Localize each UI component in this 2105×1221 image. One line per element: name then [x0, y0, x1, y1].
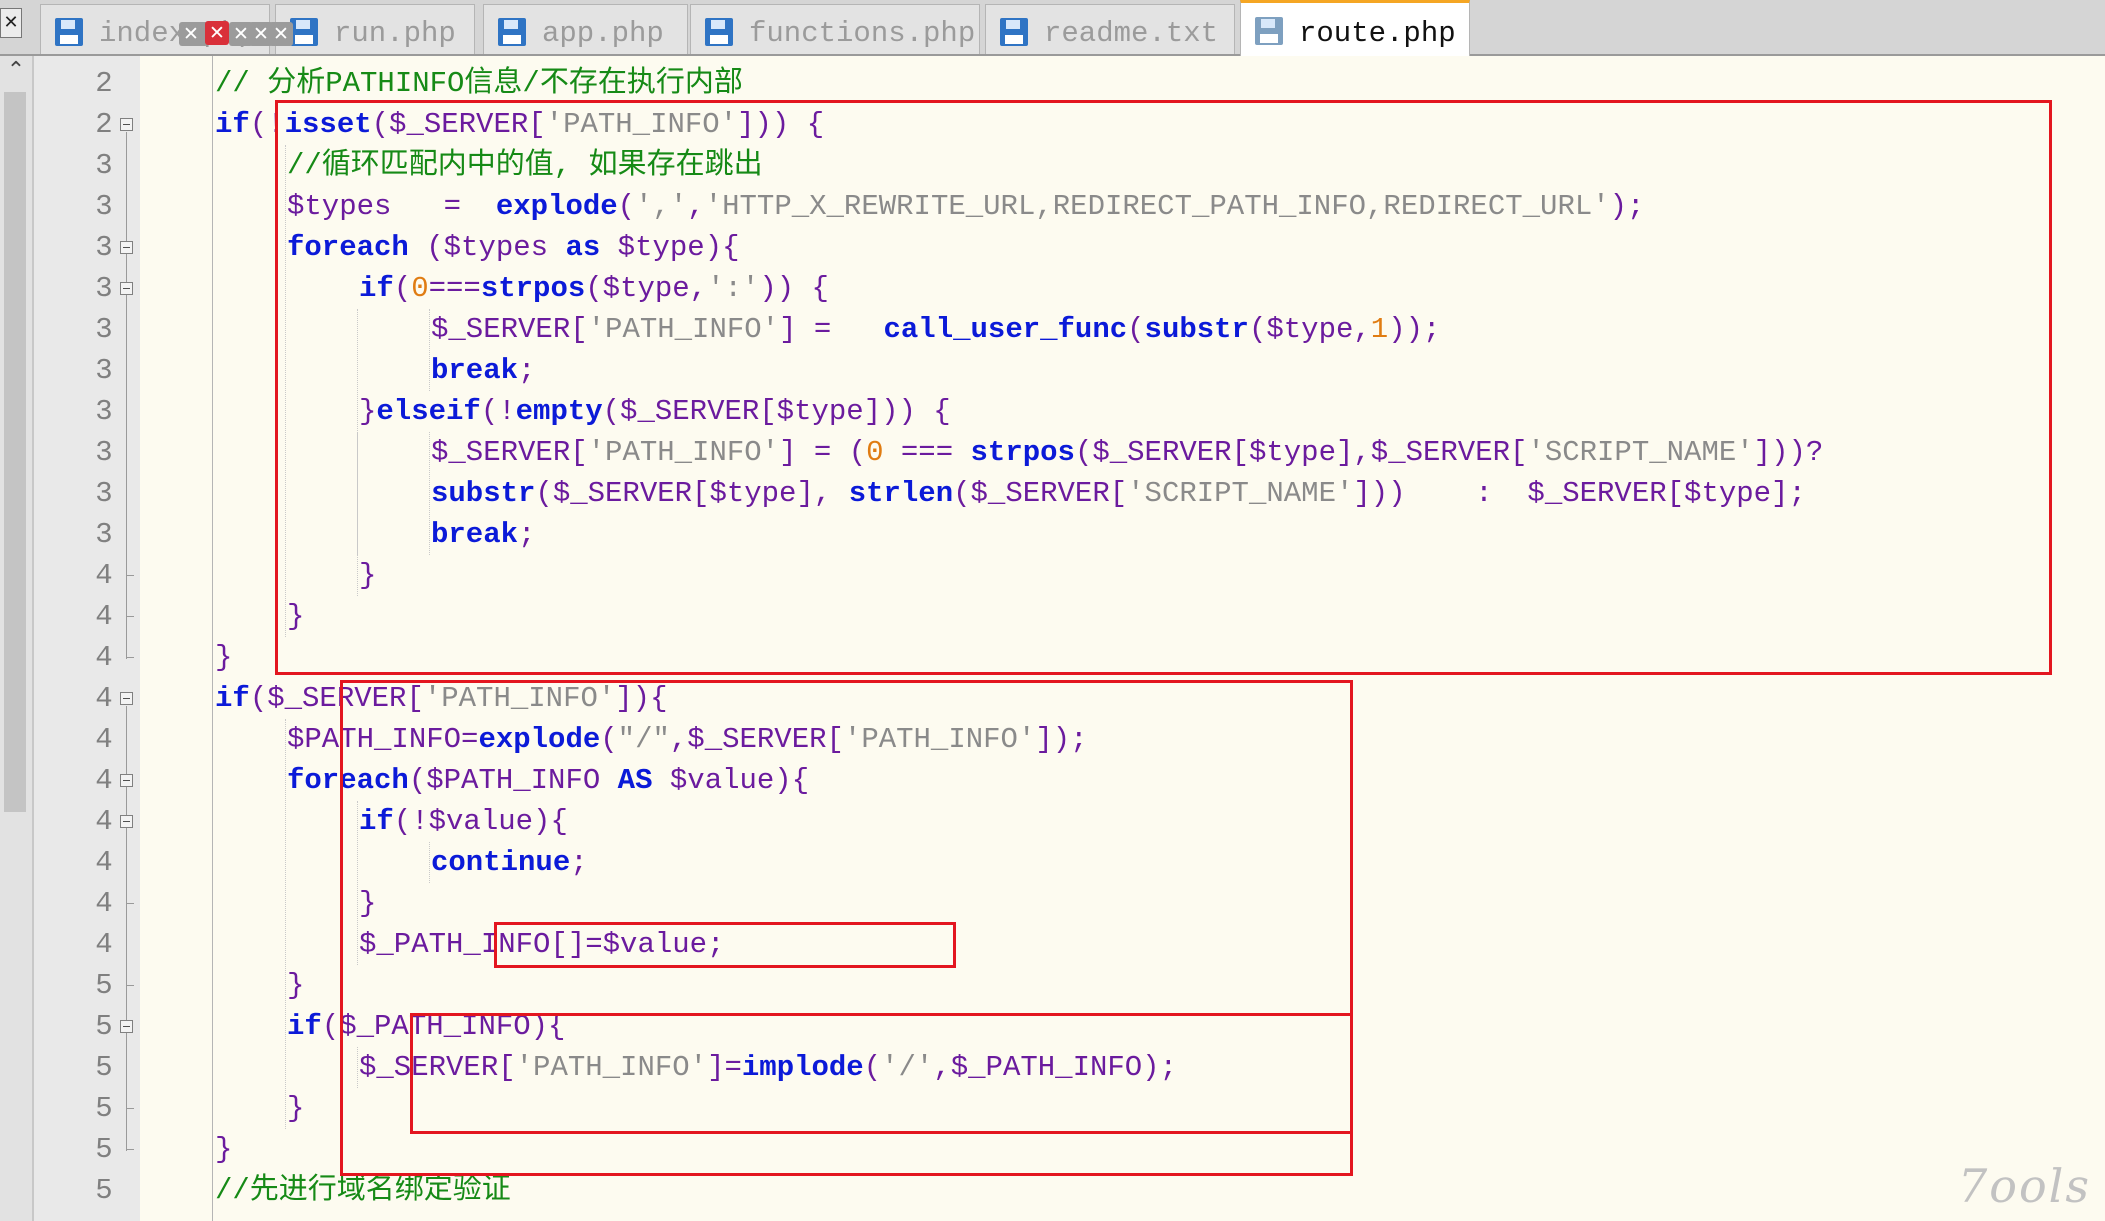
comment-token: //先进行域名绑定验证	[215, 1174, 511, 1207]
fold-end-marker	[126, 575, 134, 576]
tab-label: functions.php	[749, 17, 976, 50]
tab-bar: ✕ index.php✕run.php✕app.php✕functions.ph…	[0, 0, 2105, 56]
fold-toggle-icon[interactable]	[120, 774, 133, 787]
code-line: }	[215, 637, 232, 678]
highlight-box-path-info-implode	[410, 1013, 1353, 1134]
file-save-icon	[498, 18, 526, 46]
tab-label: route.php	[1299, 17, 1456, 50]
fold-toggle-icon[interactable]	[120, 1020, 133, 1033]
code-line: //先进行域名绑定验证	[215, 1170, 511, 1211]
fold-end-marker	[126, 1149, 134, 1150]
code-line: }	[215, 1129, 232, 1170]
indent-guide	[285, 719, 286, 1129]
file-save-icon	[705, 18, 733, 46]
scroll-up-arrow-icon[interactable]: ⌃	[0, 56, 32, 86]
fold-toggle-icon[interactable]	[120, 118, 133, 131]
scrollbar-thumb[interactable]	[4, 92, 26, 812]
vertical-scrollbar[interactable]: ⌃	[0, 56, 34, 1221]
fold-toggle-icon[interactable]	[120, 815, 133, 828]
highlight-box-path-info-append	[494, 922, 956, 968]
fold-line	[126, 296, 127, 577]
fold-end-marker	[126, 616, 134, 617]
fold-toggle-icon[interactable]	[120, 282, 133, 295]
fold-end-marker	[126, 1108, 134, 1109]
code-token: }	[215, 1133, 233, 1166]
tab-app-php[interactable]: app.php ✕	[179, 4, 688, 54]
fold-toggle-icon[interactable]	[120, 692, 133, 705]
code-line: // 分析PATHINFO信息/不存在执行内部	[215, 63, 743, 104]
code-token: }	[287, 1092, 305, 1125]
file-save-icon	[1255, 17, 1283, 45]
tab-close-icon[interactable]: ✕	[229, 22, 253, 46]
tab-close-icon[interactable]: ✕	[269, 22, 293, 46]
fold-margin	[114, 56, 140, 1221]
code-line: }	[287, 965, 304, 1006]
fold-end-marker	[126, 985, 134, 986]
tab-close-icon[interactable]: ✕	[205, 21, 229, 45]
tab-functions-php[interactable]: functions.php ✕	[269, 4, 980, 54]
fold-toggle-icon[interactable]	[120, 241, 133, 254]
watermark-logo: 7ools	[1958, 1159, 2091, 1213]
tab-route-php[interactable]: route.php ✕	[205, 0, 1470, 56]
code-token: }	[215, 641, 233, 674]
tab-label: readme.txt	[1044, 17, 1219, 50]
tab-label: app.php	[542, 17, 664, 50]
fold-line	[126, 829, 127, 905]
file-save-icon	[290, 18, 318, 46]
close-all-icon[interactable]: ✕	[0, 8, 22, 38]
code-line: }	[287, 1088, 304, 1129]
tab-readme-txt[interactable]: readme.txt ✕	[229, 4, 1235, 54]
keyword-token: if	[215, 682, 250, 715]
code-token: }	[287, 969, 305, 1002]
edge-guide-line	[212, 56, 213, 1221]
file-save-icon	[55, 18, 83, 46]
fold-end-marker	[126, 903, 134, 904]
tab-label: run.php	[334, 17, 456, 50]
tab-close-icon[interactable]: ✕	[179, 22, 203, 46]
keyword-token: if	[215, 108, 250, 141]
fold-end-marker	[126, 657, 134, 658]
tab-run-php[interactable]: run.php ✕	[184, 4, 475, 54]
highlight-box-pathinfo-detection	[275, 100, 2052, 675]
comment-token: // 分析PATHINFO信息/不存在执行内部	[215, 67, 743, 100]
file-save-icon	[1000, 18, 1028, 46]
keyword-token: if	[287, 1010, 322, 1043]
fold-line	[126, 1034, 127, 1110]
